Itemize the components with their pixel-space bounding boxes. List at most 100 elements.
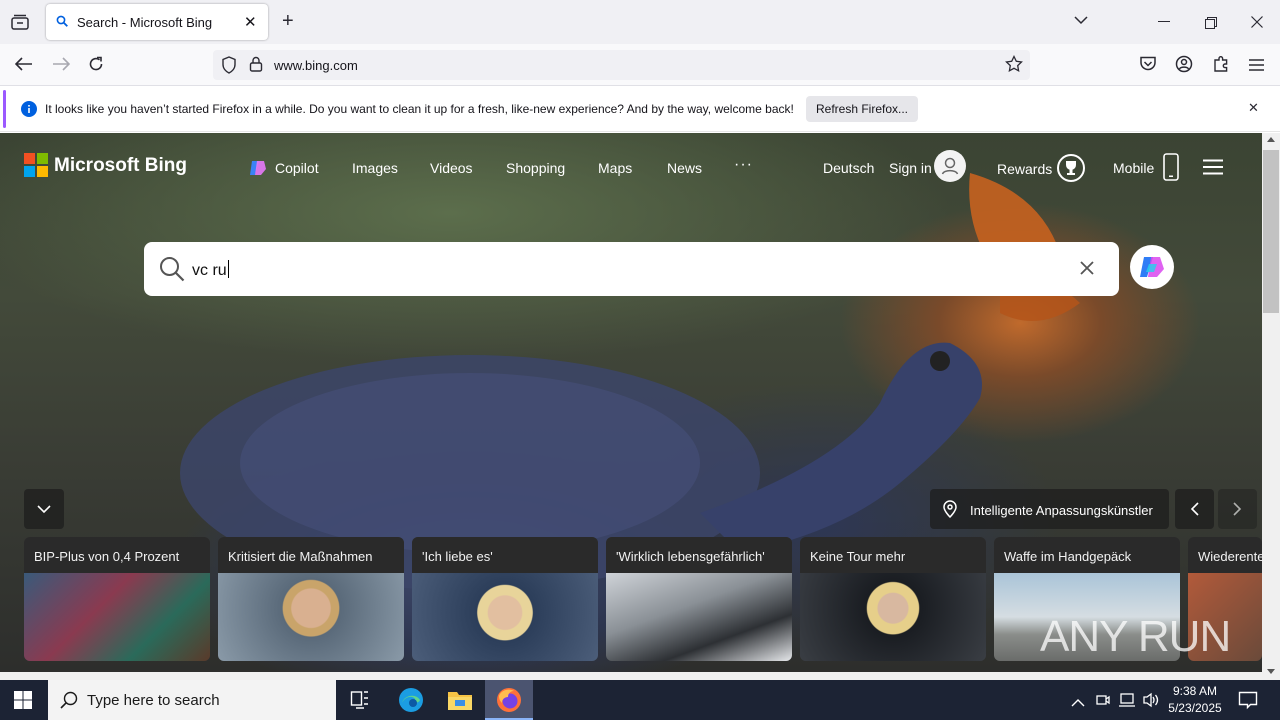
search-box[interactable]: vc ru — [144, 242, 1119, 296]
location-pin-icon — [943, 500, 957, 518]
nav-maps[interactable]: Maps — [598, 160, 632, 176]
nav-copilot[interactable]: Copilot — [275, 160, 319, 176]
restore-icon[interactable] — [1205, 16, 1217, 34]
anyrun-watermark: ANY RUN — [1040, 612, 1231, 662]
windows-start-icon[interactable] — [14, 691, 32, 714]
notification-accent — [3, 90, 6, 128]
extensions-icon[interactable] — [1212, 55, 1230, 78]
search-icon — [56, 15, 69, 31]
news-card-caption: Wiederente — [1188, 537, 1262, 573]
location-label: Intelligente Anpassungskünstler — [970, 503, 1153, 518]
scroll-down-icon[interactable] — [1267, 669, 1275, 674]
news-card[interactable]: 'Wirklich lebensgefährlich' — [606, 537, 792, 661]
news-card[interactable]: Kritisiert die Maßnahmen — [218, 537, 404, 661]
tab-title: Search - Microsoft Bing — [77, 15, 213, 30]
mobile-phone-icon[interactable] — [1163, 153, 1179, 186]
tab-bing[interactable]: Search - Microsoft Bing ✕ — [46, 4, 268, 40]
search-input-value: vc ru — [192, 262, 227, 279]
news-card-image — [218, 573, 404, 661]
edge-icon[interactable] — [398, 687, 424, 718]
clock-time: 9:38 AM — [1172, 684, 1218, 698]
language-link[interactable]: Deutsch — [823, 160, 874, 176]
sign-in-link[interactable]: Sign in — [889, 160, 932, 176]
tab-list-icon[interactable] — [8, 10, 32, 34]
search-input[interactable]: vc ru — [192, 260, 229, 280]
info-icon — [21, 101, 37, 122]
reload-icon[interactable] — [88, 56, 104, 77]
news-card-caption: Kritisiert die Maßnahmen — [218, 537, 404, 573]
notification-bar: It looks like you haven’t started Firefo… — [0, 86, 1280, 132]
pocket-icon[interactable] — [1139, 56, 1157, 77]
copilot-button[interactable] — [1130, 245, 1174, 289]
collapse-feed-button[interactable] — [24, 489, 64, 529]
bookmark-star-icon[interactable] — [1005, 54, 1023, 76]
notification-close-icon[interactable]: ✕ — [1248, 100, 1259, 116]
search-icon[interactable] — [159, 256, 185, 287]
new-tab-icon[interactable]: + — [282, 10, 294, 33]
notification-center-icon[interactable] — [1238, 690, 1258, 715]
image-location-button[interactable]: Intelligente Anpassungskünstler — [930, 489, 1169, 529]
menu-icon[interactable] — [1249, 58, 1264, 76]
news-card-image — [412, 573, 598, 661]
shield-icon[interactable] — [221, 56, 237, 77]
chevron-left-icon — [1190, 502, 1199, 516]
nav-videos[interactable]: Videos — [430, 160, 473, 176]
next-image-button[interactable] — [1218, 489, 1257, 529]
account-icon[interactable] — [1175, 55, 1193, 78]
forward-icon[interactable] — [52, 57, 71, 76]
scroll-up-icon[interactable] — [1267, 137, 1275, 142]
horizontal-scrollbar[interactable] — [0, 672, 1262, 680]
news-card-caption: 'Ich liebe es' — [412, 537, 598, 573]
nav-more[interactable]: ··· — [734, 156, 753, 174]
hamburger-menu-icon[interactable] — [1203, 159, 1223, 180]
bing-logo-text[interactable]: Microsoft Bing — [54, 155, 187, 177]
back-icon[interactable] — [14, 57, 33, 76]
search-icon — [60, 691, 78, 709]
file-explorer-icon[interactable] — [447, 688, 473, 717]
watermark-text: ANY RUN — [1040, 612, 1231, 661]
news-card-caption: BIP-Plus von 0,4 Prozent — [24, 537, 210, 573]
prev-image-button[interactable] — [1175, 489, 1214, 529]
scrollbar-thumb[interactable] — [1263, 150, 1279, 313]
task-view-icon[interactable] — [350, 690, 370, 715]
taskbar-search-placeholder: Type here to search — [87, 692, 220, 709]
volume-icon[interactable] — [1142, 692, 1160, 713]
tray-chevron-up-icon[interactable] — [1071, 694, 1085, 712]
news-card-image — [24, 573, 210, 661]
news-card-caption: Waffe im Handgepäck — [994, 537, 1180, 573]
nav-shopping[interactable]: Shopping — [506, 160, 565, 176]
news-card[interactable]: 'Ich liebe es' — [412, 537, 598, 661]
mobile-link[interactable]: Mobile — [1113, 160, 1154, 176]
copilot-logo-icon — [1140, 257, 1164, 277]
refresh-firefox-button[interactable]: Refresh Firefox... — [806, 96, 918, 122]
firefox-taskbar-button[interactable] — [485, 680, 533, 720]
chevron-down-icon[interactable] — [1074, 12, 1088, 30]
taskbar-search[interactable]: Type here to search — [48, 680, 336, 720]
network-icon[interactable] — [1118, 692, 1136, 713]
chevron-right-icon — [1233, 502, 1242, 516]
news-card[interactable]: Keine Tour mehr — [800, 537, 986, 661]
microsoft-logo-icon[interactable] — [24, 153, 48, 182]
chevron-down-icon — [37, 505, 51, 514]
news-card-image — [800, 573, 986, 661]
close-window-icon[interactable] — [1251, 15, 1263, 33]
rewards-link[interactable]: Rewards — [997, 161, 1052, 177]
tab-close-icon[interactable]: ✕ — [244, 13, 257, 31]
news-card-caption: Keine Tour mehr — [800, 537, 986, 573]
address-bar[interactable]: www.bing.com — [213, 50, 1030, 80]
news-card[interactable]: BIP-Plus von 0,4 Prozent — [24, 537, 210, 661]
clock[interactable]: 9:38 AM 5/23/2025 — [1164, 683, 1226, 717]
lock-icon[interactable] — [249, 56, 263, 75]
clear-search-icon[interactable] — [1080, 261, 1094, 280]
news-card-image — [606, 573, 792, 661]
rewards-trophy-icon[interactable] — [1056, 153, 1086, 188]
nav-news[interactable]: News — [667, 160, 702, 176]
meet-now-icon[interactable] — [1096, 692, 1110, 713]
nav-images[interactable]: Images — [352, 160, 398, 176]
news-card-caption: 'Wirklich lebensgefährlich' — [606, 537, 792, 573]
text-caret — [227, 260, 229, 278]
minimize-icon[interactable] — [1158, 21, 1170, 22]
url-text: www.bing.com — [274, 58, 358, 73]
vertical-scrollbar[interactable] — [1262, 133, 1280, 680]
avatar-icon[interactable] — [934, 150, 966, 182]
